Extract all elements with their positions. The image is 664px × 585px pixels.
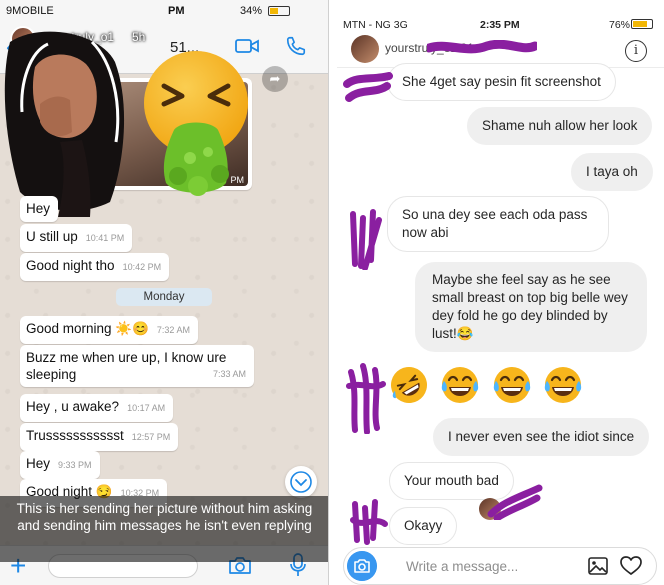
- facepalm-sticker: [4, 31, 125, 217]
- sent-message[interactable]: I never even see the idiot since: [433, 418, 650, 456]
- camera-icon[interactable]: [347, 551, 377, 581]
- message-text: Hey: [26, 201, 51, 216]
- clock-label: PM: [168, 5, 185, 17]
- rofl-emoji-icon: [391, 367, 427, 403]
- carrier-label: 9MOBILE: [6, 5, 54, 17]
- message-text: Good night tho: [26, 258, 115, 273]
- battery-percent: 76%: [609, 19, 631, 31]
- day-separator: Monday: [116, 288, 212, 306]
- whatsapp-chat-screenshot: 9MOBILE PM 34% ‹ yourstruly_o1 5h 51... …: [0, 0, 329, 585]
- clock-label: 2:35 PM: [480, 19, 520, 31]
- redaction-scribble: [343, 72, 393, 102]
- battery-indicator: 34%: [240, 5, 291, 17]
- message-input[interactable]: Write a message...: [406, 559, 518, 574]
- status-bar: MTN - NG 3G 2:35 PM 76%: [337, 0, 664, 32]
- message-text: Trussssssssssst: [26, 428, 124, 443]
- message-text: Hey: [26, 456, 51, 471]
- message-text: I never even see the idiot since: [448, 429, 635, 444]
- battery-icon: [268, 6, 291, 17]
- info-icon[interactable]: i: [625, 40, 647, 62]
- story-caption: This is her sending her picture without …: [0, 496, 328, 562]
- tears-of-joy-emoji-icon: [493, 367, 531, 403]
- message-time: 7:32 AM: [156, 325, 190, 335]
- battery-percent: 34%: [240, 5, 263, 17]
- message-time: 9:33 PM: [58, 460, 92, 470]
- message-text: So una dey see each oda pass now abi: [402, 207, 588, 240]
- sent-message[interactable]: Shame nuh allow her look: [467, 107, 653, 145]
- contact-avatar[interactable]: [351, 35, 379, 63]
- received-message[interactable]: Okayy: [389, 507, 458, 545]
- received-message[interactable]: She 4get say pesin fit screenshot: [387, 63, 616, 101]
- heart-icon[interactable]: [620, 556, 642, 576]
- chat-message[interactable]: Buzz me when ure up, I know ure sleeping…: [20, 345, 254, 387]
- redaction-scribble: [487, 484, 543, 520]
- message-composer: Write a message...: [343, 547, 657, 585]
- redaction-scribble: [350, 209, 382, 270]
- message-text: U still up: [26, 229, 78, 244]
- chat-message[interactable]: Good night tho 10:42 PM: [20, 253, 170, 281]
- chat-message[interactable]: Good morning ☀️😊 7:32 AM: [20, 316, 198, 344]
- message-text: Buzz me when ure up, I know ure sleeping: [26, 350, 227, 382]
- chat-message[interactable]: U still up 10:41 PM: [20, 224, 133, 252]
- message-text: 🤣😂😂😂: [389, 365, 390, 366]
- message-text: Okayy: [404, 518, 443, 533]
- carrier-label: MTN - NG 3G: [343, 19, 408, 31]
- redaction-scribble: [346, 363, 386, 434]
- gallery-icon[interactable]: [588, 557, 608, 575]
- message-time: 12:57 PM: [131, 432, 171, 442]
- instagram-dm-screenshot: MTN - NG 3G 2:35 PM 76% yourstruly_o1 21…: [337, 0, 664, 585]
- message-text: Hey , u awake?: [26, 399, 120, 414]
- message-time: 10:41 PM: [85, 233, 125, 243]
- message-text: Your mouth bad: [404, 473, 499, 488]
- message-text: Maybe she feel say as he see small breas…: [432, 272, 628, 341]
- message-text: Shame nuh allow her look: [482, 118, 638, 133]
- message-time: 10:42 PM: [122, 262, 162, 272]
- message-text: Good morning ☀️😊: [26, 321, 149, 336]
- message-time: 7:33 AM: [212, 369, 246, 379]
- battery-icon: [631, 18, 653, 30]
- message-time: 10:17 AM: [127, 403, 166, 413]
- received-emoji-message[interactable]: 🤣😂😂😂: [389, 365, 590, 409]
- chat-message[interactable]: Hey , u awake? 10:17 AM: [20, 394, 174, 422]
- message-text: I taya oh: [586, 164, 638, 179]
- vomiting-face-sticker: [144, 51, 248, 196]
- redaction-scribble: [427, 40, 537, 54]
- tears-of-joy-emoji-icon: [545, 367, 582, 403]
- forward-icon[interactable]: ➦: [262, 66, 288, 92]
- message-text: She 4get say pesin fit screenshot: [402, 74, 601, 89]
- sent-message[interactable]: Maybe she feel say as he see small breas…: [415, 262, 647, 352]
- redaction-scribble: [350, 499, 388, 545]
- chat-message[interactable]: Hey 9:33 PM: [20, 451, 100, 479]
- received-message[interactable]: So una dey see each oda pass now abi: [387, 196, 609, 252]
- chat-message[interactable]: Trussssssssssst 12:57 PM: [20, 423, 179, 451]
- sent-message[interactable]: I taya oh: [571, 153, 653, 191]
- scroll-down-icon[interactable]: [285, 466, 317, 498]
- tears-of-joy-emoji-icon: [442, 367, 479, 403]
- phone-icon[interactable]: [285, 35, 307, 57]
- chat-message[interactable]: Hey: [20, 196, 59, 222]
- status-bar: 9MOBILE PM 34%: [0, 0, 328, 22]
